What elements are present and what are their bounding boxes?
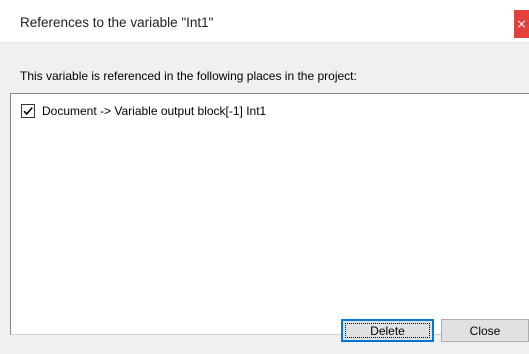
checkmark-icon [23, 107, 33, 116]
dialog-title: References to the variable "Int1" [20, 15, 214, 30]
references-dialog: References to the variable "Int1" × This… [0, 0, 529, 354]
reference-label: Document -> Variable output block[-1] In… [42, 104, 267, 118]
focus-ring [345, 323, 430, 338]
dialog-body: This variable is referenced in the follo… [0, 43, 529, 354]
description-text: This variable is referenced in the follo… [20, 69, 357, 83]
reference-checkbox[interactable] [21, 104, 35, 118]
delete-button[interactable]: Delete [341, 319, 434, 342]
list-item[interactable]: Document -> Variable output block[-1] In… [21, 102, 266, 120]
close-button[interactable]: Close [441, 319, 529, 342]
references-list[interactable]: Document -> Variable output block[-1] In… [10, 93, 529, 335]
close-icon: × [516, 17, 527, 31]
window-close-button[interactable]: × [514, 10, 529, 38]
title-bar: References to the variable "Int1" × [0, 0, 529, 43]
close-button-label: Close [469, 323, 501, 338]
